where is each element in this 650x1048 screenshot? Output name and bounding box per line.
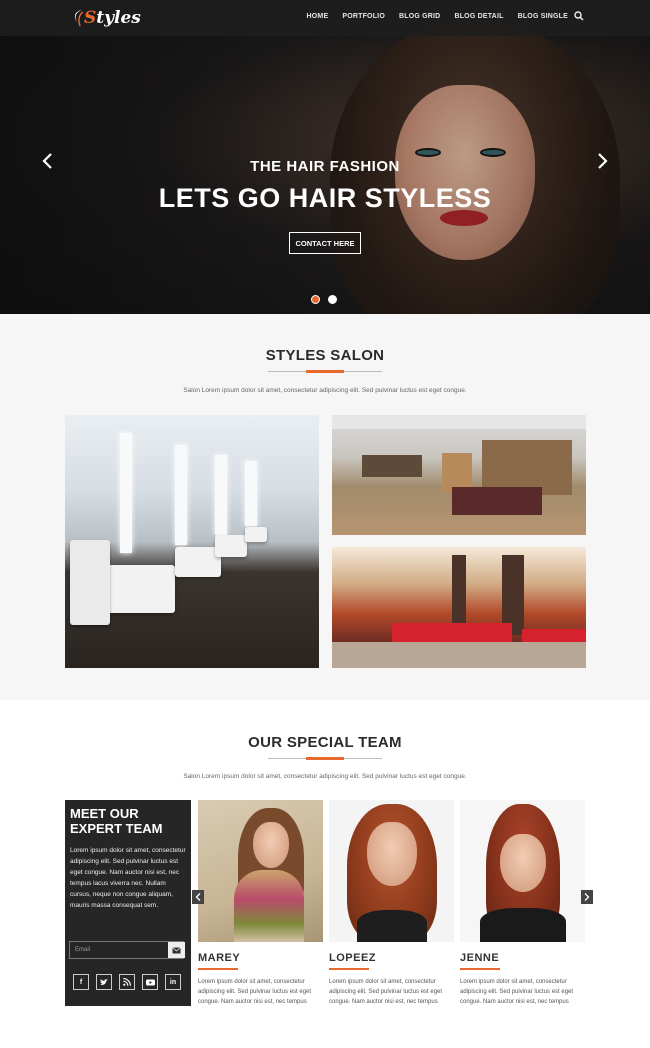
email-submit-button[interactable] [168,942,185,958]
social-links: f in [73,974,181,990]
member-bio: Lorem ipsum dolor sit amet, consectetur … [460,979,574,1005]
youtube-icon[interactable] [142,974,158,990]
slider-dots [311,295,337,304]
salon-photo-red-chairs[interactable] [332,547,586,668]
member-photo [329,800,454,942]
member-name-underline [198,968,238,970]
member-name: LOPEEZ [329,952,377,964]
twitter-icon[interactable] [96,974,112,990]
hero-title: LETS GO HAIR STYLESS [158,183,492,213]
hero-subtitle: THE HAIR FASHION [250,158,400,175]
navbar: Styles HOME PORTFOLIO BLOG GRID BLOG DET… [0,0,650,36]
member-name-underline [329,968,369,970]
team-prev-button[interactable] [192,890,204,904]
hero-overlay [0,0,650,314]
team-section: OUR SPECIAL TEAM Salon Lorem ipsum dolor… [0,700,650,1048]
email-placeholder: Email [75,947,91,953]
title-divider [268,757,382,760]
salon-photo-wood-interior[interactable] [332,415,586,535]
email-field[interactable]: Email [69,941,185,959]
slider-dot[interactable] [328,295,337,304]
salon-description: Salon Lorem ipsum dolor sit amet, consec… [183,387,467,394]
member-name: MAREY [198,952,241,964]
member-name: JENNE [460,952,500,964]
team-description: Salon Lorem ipsum dolor sit amet, consec… [183,773,467,780]
nav-blog-grid[interactable]: BLOG GRID [399,13,440,20]
scissors-logo-icon [74,10,84,27]
facebook-icon[interactable]: f [73,974,89,990]
search-icon[interactable] [574,11,584,21]
expert-team-heading-line1: MEET OUR [70,806,139,821]
salon-section: STYLES SALON Salon Lorem ipsum dolor sit… [0,314,650,700]
team-next-button[interactable] [581,890,593,904]
slider-dot-active[interactable] [311,295,320,304]
envelope-icon [172,946,181,953]
chevron-right-icon [584,893,590,901]
nav-portfolio[interactable]: PORTFOLIO [342,13,385,20]
member-bio: Lorem ipsum dolor sit amet, consectetur … [329,979,443,1005]
expert-team-card: MEET OUR EXPERT TEAM Lorem ipsum dolor s… [65,800,191,1006]
team-title: OUR SPECIAL TEAM [248,734,402,751]
member-photo [460,800,585,942]
member-bio: Lorem ipsum dolor sit amet, consectetur … [198,979,312,1005]
logo-text: tyles [96,8,141,28]
chevron-left-icon [195,893,201,901]
salon-title: STYLES SALON [265,347,385,364]
rss-icon[interactable] [119,974,135,990]
member-name-underline [460,968,500,970]
contact-here-button[interactable]: CONTACT HERE [289,232,361,254]
expert-team-heading-line2: EXPERT TEAM [70,821,163,836]
salon-photo-white-chairs[interactable] [65,415,319,668]
hero-slider: Styles HOME PORTFOLIO BLOG GRID BLOG DET… [0,0,650,314]
nav-home[interactable]: HOME [307,13,329,20]
expert-team-heading: MEET OUR EXPERT TEAM [70,806,162,836]
nav-blog-single[interactable]: BLOG SINGLE [518,13,568,20]
logo[interactable]: Styles [84,8,141,28]
title-divider [268,370,382,373]
member-photo [198,800,323,942]
linkedin-icon[interactable]: in [165,974,181,990]
logo-initial: S [84,8,97,28]
expert-team-text: Lorem ipsum dolor sit amet, consectetur … [70,847,186,909]
main-nav: HOME PORTFOLIO BLOG GRID BLOG DETAIL BLO… [307,13,568,20]
nav-blog-detail[interactable]: BLOG DETAIL [454,13,503,20]
